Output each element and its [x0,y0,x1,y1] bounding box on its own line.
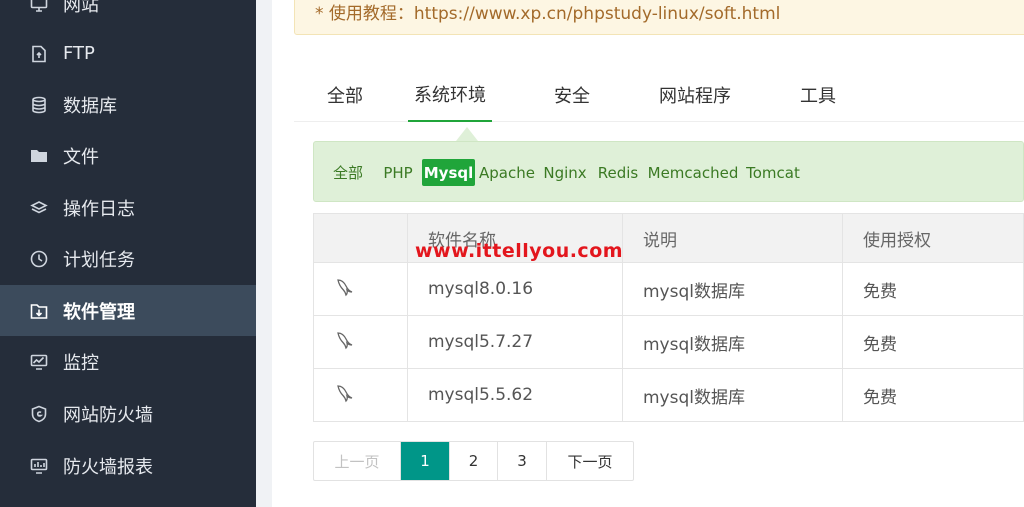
chart-monitor-icon [28,351,50,373]
clock-icon [28,248,50,270]
sidebar-item-ftp[interactable]: FTP [0,28,256,79]
pagination: 上一页 1 2 3 下一页 [313,441,634,481]
filter-redis[interactable]: Redis [595,159,641,186]
filter-all[interactable]: 全部 [328,159,368,186]
download-folder-icon [28,300,50,322]
shield-icon [28,403,50,425]
table-row[interactable]: mysql5.5.62 mysql数据库 免费 [313,368,1024,422]
database-icon [28,94,50,116]
header-license: 使用授权 [842,213,1024,263]
software-desc: mysql数据库 [622,368,843,422]
sidebar-item-files[interactable]: 文件 [0,130,256,181]
mysql-dolphin-icon [337,384,353,402]
table-row[interactable]: mysql5.7.27 mysql数据库 免费 [313,315,1024,369]
tab-system-env[interactable]: 系统环境 [408,68,492,122]
row-icon-cell [313,262,408,316]
table-row[interactable]: mysql8.0.16 mysql数据库 免费 [313,262,1024,316]
main-panel: * 使用教程：https://www.xp.cn/phpstudy-linux/… [272,0,1024,507]
software-name: mysql5.5.62 [407,368,623,422]
software-desc: mysql数据库 [622,262,843,316]
report-icon [28,455,50,477]
sidebar-item-logs[interactable]: 操作日志 [0,182,256,233]
sidebar-item-database[interactable]: 数据库 [0,79,256,130]
row-icon-cell [313,368,408,422]
watermark: www.ittellyou.com [415,240,624,262]
category-tabs: 全部 系统环境 安全 网站程序 工具 [294,68,1024,122]
software-desc: mysql数据库 [622,315,843,369]
filter-memcached[interactable]: Memcached [648,159,739,186]
page-3-button[interactable]: 3 [498,442,547,480]
sidebar-item-label: 文件 [63,146,99,168]
mysql-dolphin-icon [337,331,353,349]
sidebar-item-waf[interactable]: 网站防火墙 [0,388,256,439]
filter-php[interactable]: PHP [378,159,418,186]
sidebar-item-label: 监控 [63,352,99,374]
software-license: 免费 [842,368,1024,422]
usage-notice: * 使用教程：https://www.xp.cn/phpstudy-linux/… [294,0,1024,35]
prev-page-button[interactable]: 上一页 [314,442,401,480]
page-2-button[interactable]: 2 [450,442,498,480]
tab-web-apps[interactable]: 网站程序 [650,68,740,122]
tab-caret [456,127,478,141]
next-page-button[interactable]: 下一页 [547,442,633,480]
header-icon-col [313,213,408,263]
sidebar-item-label: FTP [63,43,95,64]
software-name: mysql5.7.27 [407,315,623,369]
tab-security[interactable]: 安全 [544,68,600,122]
sidebar-item-label: 计划任务 [63,249,135,271]
tab-tools[interactable]: 工具 [788,68,848,122]
sidebar-item-software[interactable]: 软件管理 [0,285,256,336]
sidebar-item-label: 操作日志 [63,198,135,220]
filter-mysql[interactable]: Mysql [422,159,475,186]
sidebar-item-waf-report[interactable]: 防火墙报表 [0,440,256,491]
page-1-button[interactable]: 1 [401,442,450,480]
ftp-file-icon [28,43,50,65]
software-name: mysql8.0.16 [407,262,623,316]
layers-icon [28,197,50,219]
sidebar-item-label: 数据库 [63,95,117,117]
monitor-icon [28,0,50,15]
sidebar-item-label: 网站防火墙 [63,404,153,426]
tab-all[interactable]: 全部 [294,68,396,122]
sidebar-item-label: 网站 [63,0,99,16]
software-license: 免费 [842,315,1024,369]
sidebar-item-label: 软件管理 [63,301,135,323]
mysql-dolphin-icon [337,278,353,296]
filter-tomcat[interactable]: Tomcat [745,159,801,186]
sidebar-item-cron[interactable]: 计划任务 [0,233,256,284]
filter-nginx[interactable]: Nginx [542,159,588,186]
folder-icon [28,145,50,167]
filter-bar: 全部 PHP Mysql Apache Nginx Redis Memcache… [313,141,1024,202]
software-license: 免费 [842,262,1024,316]
row-icon-cell [313,315,408,369]
filter-apache[interactable]: Apache [478,159,536,186]
header-desc: 说明 [622,213,843,263]
sidebar-item-label: 防火墙报表 [63,456,153,478]
sidebar: 网站 FTP 数据库 文件 操作日志 计划任务 软件管理 监控 网站防火墙 防火… [0,0,256,507]
sidebar-item-website[interactable]: 网站 [0,0,256,29]
sidebar-item-monitor[interactable]: 监控 [0,336,256,387]
